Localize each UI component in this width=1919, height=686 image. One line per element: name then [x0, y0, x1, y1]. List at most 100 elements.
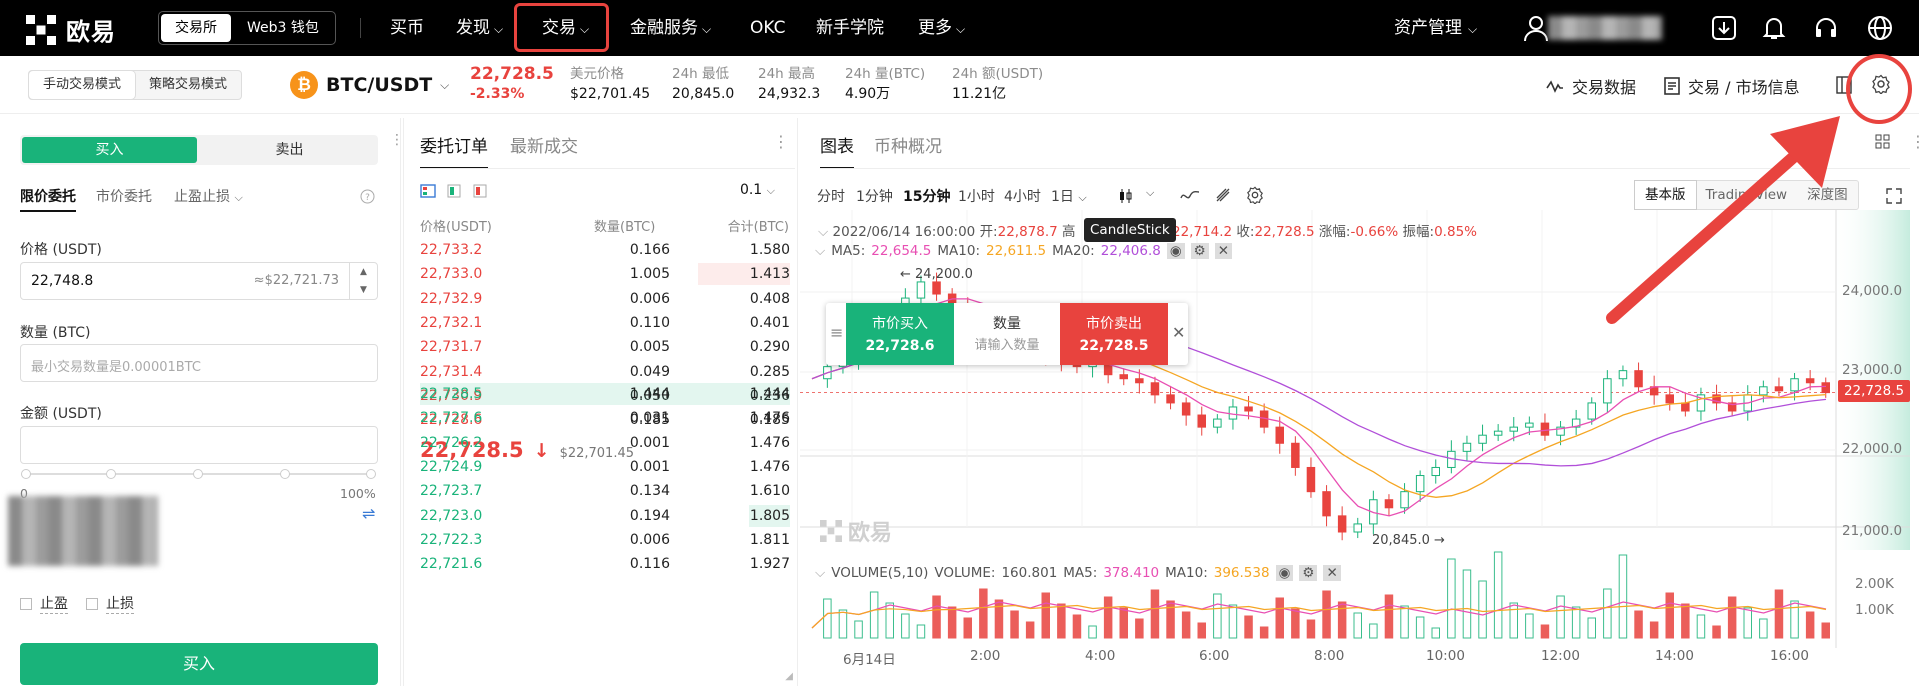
drag-handle-icon[interactable]: ⋮ — [773, 132, 789, 151]
resize-handle-icon[interactable]: ◢ — [785, 671, 793, 682]
bid-row[interactable]: 22,728.5 1.444 1.444 — [420, 382, 790, 406]
ask-row[interactable]: 22,732.1 0.110 0.401 — [420, 311, 790, 335]
download-icon[interactable] — [1710, 14, 1738, 42]
amount-slider[interactable] — [21, 469, 376, 479]
ask-row[interactable]: 22,731.7 0.005 0.290 — [420, 335, 790, 359]
tab-exchange[interactable]: 交易所 — [161, 14, 231, 42]
tab-chart[interactable]: 图表 — [820, 132, 854, 169]
collapse-chevron-icon[interactable]: ⌵ — [815, 243, 825, 259]
indicator-icon[interactable] — [1180, 188, 1200, 202]
bid-row[interactable]: 22,721.6 0.116 1.927 — [420, 552, 790, 576]
x-tick: 4:00 — [1085, 648, 1116, 664]
close-icon[interactable]: ✕ — [1214, 243, 1233, 259]
drag-handle-icon[interactable]: ⋮ — [390, 132, 404, 148]
close-icon[interactable]: ✕ — [1172, 323, 1185, 342]
gear-icon[interactable]: ⚙ — [1299, 565, 1318, 581]
interval-1m[interactable]: 1分钟 — [856, 186, 893, 206]
asset-management-menu[interactable]: 资产管理 ⌵ — [1394, 0, 1477, 56]
chevron-down-icon[interactable]: ⌵ — [1146, 186, 1154, 200]
drag-handle-icon[interactable]: ≡ — [830, 323, 843, 342]
drag-handle-icon[interactable]: ⋮ — [1910, 132, 1919, 151]
bid-row[interactable]: 22,723.7 0.134 1.610 — [420, 479, 790, 503]
ask-row[interactable]: 22,733.0 1.005 1.413 — [420, 262, 790, 286]
menu-discover[interactable]: 发现 ⌵ — [456, 0, 503, 56]
pair-selector[interactable]: ₿ BTC/USDT ⌵ — [290, 71, 449, 99]
tab-overview[interactable]: 币种概况 — [874, 132, 942, 157]
precision-select[interactable]: 0.1 ⌵ — [740, 182, 775, 198]
fullscreen-icon[interactable] — [1886, 188, 1902, 204]
menu-academy[interactable]: 新手学院 — [816, 0, 884, 56]
brand-logo[interactable]: 欧易 — [26, 12, 116, 47]
help-icon[interactable]: ? — [360, 189, 375, 204]
price-stepper[interactable]: ▲ ▼ — [349, 263, 377, 299]
tp-checkbox[interactable]: 止盈 — [20, 593, 68, 614]
mode-strategy[interactable]: 策略交易模式 — [135, 71, 241, 99]
collapse-chevron-icon[interactable]: ⌵ — [818, 224, 828, 240]
low-marker-value: 20,845.0 — [1372, 533, 1430, 548]
bid-row[interactable]: 22,727.6 0.031 1.476 — [420, 406, 790, 430]
interval-tick[interactable]: 分时 — [817, 186, 845, 206]
ma5-value: 22,654.5 — [871, 243, 932, 259]
order-type-limit[interactable]: 限价委托 — [20, 186, 76, 206]
order-type-tpsl[interactable]: 止盈止损 ⌵ — [174, 186, 243, 206]
top-nav: 欧易 交易所 Web3 钱包 买币 发现 ⌵ 交易 ⌵ 金融服务 ⌵ OKC 新手学院… — [0, 0, 1919, 56]
price-input[interactable]: 22,748.8 ≈$22,721.73 ▲ ▼ — [20, 262, 378, 300]
menu-buy-crypto[interactable]: 买币 — [390, 0, 424, 56]
submit-buy-button[interactable]: 买入 — [20, 643, 378, 685]
book-view-toggle-icon[interactable] — [420, 184, 490, 198]
headset-icon[interactable] — [1812, 14, 1840, 42]
ask-row[interactable]: 22,733.2 0.166 1.580 — [420, 238, 790, 262]
quick-qty-input[interactable]: 数量 请输入数量 — [954, 303, 1060, 365]
user-icon[interactable] — [1522, 14, 1550, 42]
candlestick-type-icon[interactable] — [1118, 188, 1134, 204]
order-type-market[interactable]: 市价委托 — [96, 186, 152, 206]
market-buy-button[interactable]: 市价买入 22,728.6 — [846, 303, 954, 365]
volume-bar — [1135, 618, 1144, 639]
row-total: 1.476 — [749, 410, 790, 427]
menu-more[interactable]: 更多 ⌵ — [918, 0, 965, 56]
row-qty: 0.194 — [629, 507, 670, 524]
volume-value: 160.801 — [1001, 565, 1058, 581]
trade-data-link[interactable]: 交易数据 — [1546, 74, 1636, 98]
draw-tool-icon[interactable] — [1214, 186, 1232, 204]
candle-body — [1244, 406, 1253, 412]
market-sell-button[interactable]: 市价卖出 22,728.5 — [1060, 303, 1168, 365]
tab-trades[interactable]: 最新成交 — [510, 132, 578, 157]
interval-1h[interactable]: 1小时 — [958, 186, 995, 206]
high-value: 24,932.3 — [758, 86, 821, 102]
tab-web3-wallet[interactable]: Web3 钱包 — [233, 14, 333, 42]
amount-input[interactable] — [20, 426, 378, 464]
bid-row[interactable]: 22,726.2 0.001 1.476 — [420, 431, 790, 455]
candle-body — [1166, 394, 1175, 404]
market-info-link[interactable]: 交易 / 市场信息 — [1664, 74, 1800, 98]
sell-tab[interactable]: 卖出 — [202, 137, 377, 163]
globe-icon[interactable] — [1866, 14, 1894, 42]
row-price: 22,732.9 — [420, 290, 483, 307]
bid-row[interactable]: 22,722.3 0.006 1.811 — [420, 528, 790, 552]
interval-15m[interactable]: 15分钟 — [903, 186, 950, 206]
chart-settings-icon[interactable] — [1246, 186, 1264, 204]
interval-1d[interactable]: 1日 ⌵ — [1051, 186, 1087, 206]
tab-orders[interactable]: 委托订单 — [420, 132, 488, 169]
transfer-icon[interactable]: ⇌ — [362, 504, 375, 523]
collapse-chevron-icon[interactable]: ⌵ — [815, 565, 825, 581]
gear-icon[interactable]: ⚙ — [1190, 243, 1209, 259]
row-total: 1.805 — [749, 507, 790, 524]
ask-row[interactable]: 22,731.4 0.049 0.285 — [420, 360, 790, 384]
menu-okc[interactable]: OKC — [750, 0, 785, 56]
eye-icon[interactable]: ◉ — [1166, 243, 1185, 259]
bid-row[interactable]: 22,724.9 0.001 1.476 — [420, 455, 790, 479]
bell-icon[interactable] — [1760, 14, 1788, 42]
mode-manual[interactable]: 手动交易模式 — [29, 71, 136, 99]
eye-icon[interactable]: ◉ — [1275, 565, 1294, 581]
qty-input[interactable]: 最小交易数量是0.00001BTC — [20, 344, 378, 382]
grid-layout-icon[interactable] — [1875, 134, 1891, 150]
bid-row[interactable]: 22,723.0 0.194 1.805 — [420, 504, 790, 528]
menu-finance[interactable]: 金融服务 ⌵ — [630, 0, 711, 56]
y-tick: 23,000.0 — [1842, 362, 1903, 378]
sl-checkbox[interactable]: 止损 — [86, 593, 134, 614]
buy-tab[interactable]: 买入 — [22, 137, 197, 163]
interval-4h[interactable]: 4小时 — [1004, 186, 1041, 206]
close-icon[interactable]: ✕ — [1323, 565, 1341, 581]
ask-row[interactable]: 22,732.9 0.006 0.408 — [420, 287, 790, 311]
